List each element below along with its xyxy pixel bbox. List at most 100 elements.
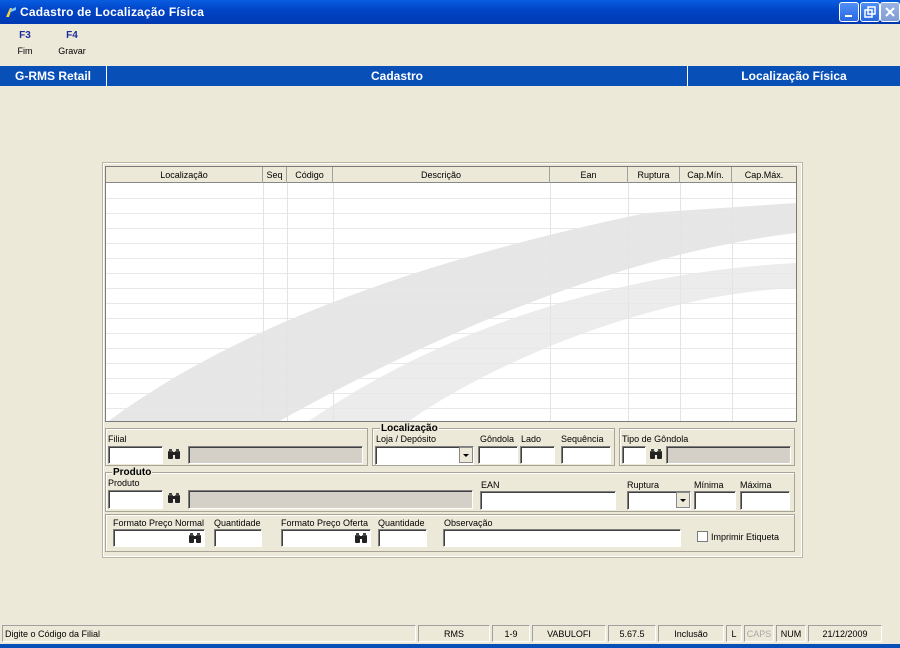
grid-column-line [287,183,288,421]
gondola-label: Gôndola [480,434,515,444]
lado-label: Lado [521,434,542,444]
col-localizacao[interactable]: Localização [106,167,263,183]
ruptura-select[interactable] [627,491,691,510]
col-descricao[interactable]: Descrição [333,167,550,183]
restore-button[interactable] [860,2,880,22]
band-app-name: G-RMS Retail [14,69,91,83]
col-seq[interactable]: Seq [263,167,287,183]
binoculars-icon[interactable] [167,448,181,460]
grid-row-line [106,333,796,334]
produto-description-field [188,490,473,509]
grid-row-line [106,408,796,409]
close-button[interactable] [880,2,900,22]
status-message: Digite o Código da Filial [2,625,416,642]
status-mode: Inclusão [658,625,724,642]
observacao-label: Observação [444,518,493,528]
band-module: Cadastro [370,69,423,83]
gondola-input[interactable] [478,446,518,464]
formato-normal-input[interactable] [113,529,205,547]
close-icon [885,7,895,17]
status-user: VABULOFI [532,625,606,642]
grid-row-line [106,318,796,319]
f3-button[interactable]: F3 Fim [12,30,38,56]
status-system: RMS [418,625,490,642]
grid-header: Localização Seq Código Descrição Ean Rup… [106,167,796,183]
produto-group-title: Produto [112,467,153,478]
col-ean[interactable]: Ean [550,167,628,183]
minimize-icon [845,15,852,17]
binoculars-icon[interactable] [649,448,663,460]
grid-column-line [628,183,629,421]
minima-input[interactable] [694,491,736,510]
tipo-gondola-description-field [666,446,791,464]
imprimir-etiqueta-label: Imprimir Etiqueta [711,532,780,542]
app-icon [6,7,16,17]
binoculars-icon[interactable] [354,532,368,544]
col-ruptura[interactable]: Ruptura [628,167,680,183]
minimize-button[interactable] [839,2,859,22]
grid-row-line [106,258,796,259]
grid-row-line [106,393,796,394]
grid-row-line [106,288,796,289]
quantidade-label: Quantidade [214,518,261,528]
binoculars-icon[interactable] [167,492,181,504]
f4-label: Gravar [58,46,86,56]
bottom-accent [0,644,900,648]
chevron-down-icon [680,499,686,502]
grid-row-line [106,273,796,274]
lado-input[interactable] [520,446,555,464]
quantidade-oferta-input[interactable] [378,529,427,547]
f3-key: F3 [19,30,31,41]
status-caps-indicator: CAPS [744,625,774,642]
ean-input[interactable] [480,491,616,510]
status-l-indicator: L [726,625,742,642]
loja-deposito-dropdown[interactable] [459,447,473,463]
status-range: 1-9 [492,625,530,642]
maxima-input[interactable] [740,491,790,510]
sequencia-input[interactable] [561,446,611,464]
header-band: G-RMS Retail Cadastro Localização Física [0,66,900,86]
f4-key: F4 [66,30,78,41]
chevron-down-icon [463,454,469,457]
produto-label: Produto [108,478,140,488]
window-title: Cadastro de Localização Física [20,5,205,19]
filial-input[interactable] [108,446,163,464]
ean-label: EAN [481,480,500,490]
quantidade-label: Quantidade [378,518,425,528]
col-cap-min[interactable]: Cap.Mín. [680,167,732,183]
ruptura-label: Ruptura [627,480,660,490]
status-version: 5.67.5 [608,625,656,642]
function-key-toolbar: F3 Fim F4 Gravar [0,24,900,66]
tipo-gondola-label: Tipo de Gôndola [622,434,689,444]
loja-deposito-select[interactable] [375,446,474,465]
imprimir-etiqueta-checkbox[interactable] [697,531,708,542]
f4-button[interactable]: F4 Gravar [54,30,90,56]
col-codigo[interactable]: Código [287,167,333,183]
grid-row-line [106,348,796,349]
sequencia-label: Sequência [561,434,604,444]
maxima-label: Máxima [740,480,772,490]
status-date: 21/12/2009 [808,625,882,642]
status-bar: Digite o Código da Filial RMS 1-9 VABULO… [0,623,900,644]
loja-deposito-label: Loja / Depósito [376,434,437,444]
produto-input[interactable] [108,490,163,509]
f3-label: Fim [17,46,33,56]
quantidade-normal-input[interactable] [214,529,262,547]
formato-oferta-input[interactable] [281,529,371,547]
locations-grid[interactable]: Localização Seq Código Descrição Ean Rup… [105,166,797,422]
observacao-input[interactable] [443,529,681,547]
grid-row-line [106,213,796,214]
grid-row-line [106,363,796,364]
localizacao-group-title: Localização [380,423,439,434]
grid-row-line [106,243,796,244]
col-cap-max[interactable]: Cap.Máx. [732,167,796,183]
grid-column-line [263,183,264,421]
status-num-indicator: NUM [776,625,806,642]
ruptura-dropdown[interactable] [676,492,690,508]
formato-normal-label: Formato Preço Normal [113,518,205,528]
restore-icon [864,6,876,18]
tipo-gondola-input[interactable] [622,446,646,464]
grid-column-line [550,183,551,421]
formato-oferta-label: Formato Preço Oferta [281,518,369,528]
binoculars-icon[interactable] [188,532,202,544]
